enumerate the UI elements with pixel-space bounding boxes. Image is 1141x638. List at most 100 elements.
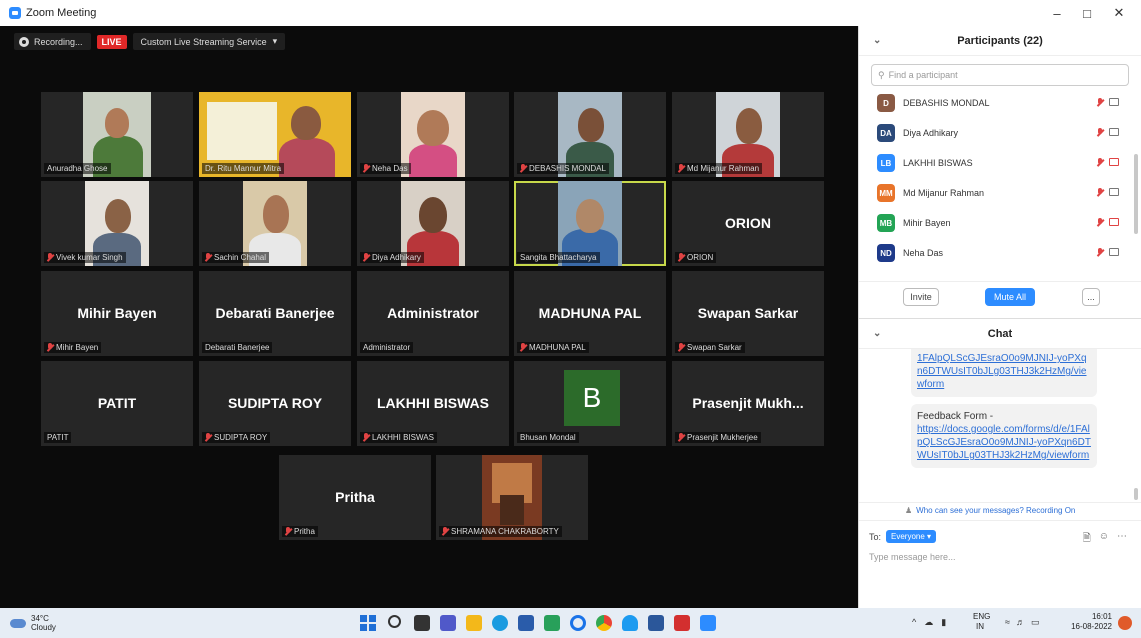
participant-avatar: MB bbox=[877, 214, 895, 232]
tile-name-label: Bhusan Mondal bbox=[517, 432, 579, 443]
notification-icon[interactable] bbox=[1118, 616, 1132, 630]
participant-search-input[interactable]: ⚲ Find a participant bbox=[871, 64, 1129, 86]
edge-icon[interactable] bbox=[492, 615, 508, 631]
video-tile[interactable]: Debarati Banerjee Debarati Banerjee bbox=[199, 271, 351, 356]
video-tile[interactable]: Md Mijanur Rahman bbox=[672, 92, 824, 177]
chat-messages: 1FAlpQLScGJEsraO0o9MJNIJ-yoPXqn6DTWUsIT0… bbox=[859, 349, 1141, 494]
language-indicator[interactable]: ENG IN bbox=[973, 612, 990, 632]
maximize-button[interactable]: □ bbox=[1072, 0, 1102, 26]
teams-chat-icon[interactable] bbox=[440, 615, 456, 631]
stream-service-label: Custom Live Streaming Service bbox=[140, 36, 267, 47]
close-button[interactable]: ✕ bbox=[1104, 0, 1134, 26]
participants-scrollbar[interactable] bbox=[1134, 154, 1138, 234]
file-explorer-icon[interactable] bbox=[466, 615, 482, 631]
chat-link[interactable]: https://docs.google.com/forms/d/e/1FAlpQ… bbox=[917, 424, 1091, 461]
chat-link[interactable]: 1FAlpQLScGJEsraO0o9MJNIJ-yoPXqn6DTWUsIT0… bbox=[917, 353, 1087, 390]
video-tile[interactable]: PATIT PATIT bbox=[41, 361, 193, 446]
window-title: Zoom Meeting bbox=[26, 7, 97, 19]
chat-scrollbar[interactable] bbox=[1134, 488, 1138, 500]
participant-row[interactable]: ND Neha Das bbox=[859, 238, 1141, 268]
muted-mic-icon bbox=[678, 433, 684, 442]
camera-off-icon bbox=[1109, 158, 1119, 166]
muted-mic-icon bbox=[1097, 98, 1103, 107]
video-tile[interactable]: Swapan Sarkar Swapan Sarkar bbox=[672, 271, 824, 356]
file-icon[interactable]: 🗎 bbox=[1083, 531, 1091, 548]
app-icon[interactable] bbox=[544, 615, 560, 631]
cortana-icon[interactable] bbox=[570, 615, 586, 631]
video-tile[interactable]: DEBASHIS MONDAL bbox=[514, 92, 666, 177]
start-icon[interactable] bbox=[360, 615, 376, 631]
video-tile[interactable]: Dr. Ritu Mannur Mitra bbox=[199, 92, 351, 177]
stream-service-dropdown[interactable]: Custom Live Streaming Service ▾ bbox=[132, 33, 286, 50]
tile-name-label: DEBASHIS MONDAL bbox=[517, 163, 609, 174]
participant-row[interactable]: MB Mihir Bayen bbox=[859, 208, 1141, 238]
cloud-icon[interactable]: ☁ bbox=[924, 617, 933, 628]
video-tile[interactable]: ORION ORION bbox=[672, 181, 824, 266]
video-tile[interactable]: Prasenjit Mukh... Prasenjit Mukherjee bbox=[672, 361, 824, 446]
video-tile[interactable]: Sachin Chahal bbox=[199, 181, 351, 266]
more-icon[interactable]: ⋯ bbox=[1117, 531, 1127, 548]
battery-status-icon[interactable]: ▭ bbox=[1031, 617, 1040, 628]
tile-display-name: ORION bbox=[725, 215, 771, 231]
video-tile[interactable]: Administrator Administrator bbox=[357, 271, 509, 356]
chat-recipient-row: To: Everyone ▾ bbox=[869, 530, 937, 543]
wifi-icon[interactable]: ≈ bbox=[1005, 617, 1010, 628]
participant-row[interactable]: DA Diya Adhikary bbox=[859, 118, 1141, 148]
zoom-taskbar-icon[interactable] bbox=[700, 615, 716, 631]
emoji-icon[interactable]: ☺ bbox=[1099, 531, 1109, 548]
chat-title: Chat bbox=[987, 327, 1013, 340]
store-icon[interactable] bbox=[518, 615, 534, 631]
chevron-up-icon[interactable]: ^ bbox=[912, 617, 916, 628]
chat-message: 1FAlpQLScGJEsraO0o9MJNIJ-yoPXqn6DTWUsIT0… bbox=[911, 349, 1097, 397]
video-tile[interactable]: LAKHHI BISWAS LAKHHI BISWAS bbox=[357, 361, 509, 446]
video-tile-active-speaker[interactable]: Sangita Bhattacharya bbox=[514, 181, 666, 266]
mute-all-button[interactable]: Mute All bbox=[985, 288, 1035, 306]
video-tile[interactable]: B Bhusan Mondal bbox=[514, 361, 666, 446]
video-tile[interactable]: Neha Das bbox=[357, 92, 509, 177]
video-tile[interactable]: Pritha Pritha bbox=[279, 455, 431, 540]
recording-indicator[interactable]: Recording... bbox=[14, 33, 91, 50]
video-tile[interactable]: Vivek kumar Singh bbox=[41, 181, 193, 266]
tile-display-name: Prasenjit Mukh... bbox=[692, 395, 804, 411]
muted-mic-icon bbox=[47, 253, 53, 262]
participants-header: ⌄ Participants (22) bbox=[859, 26, 1141, 56]
weather-temp: 34°C bbox=[31, 614, 49, 623]
word-icon[interactable] bbox=[648, 615, 664, 631]
collapse-chevron-icon[interactable]: ⌄ bbox=[873, 328, 881, 339]
bird-app-icon[interactable] bbox=[622, 615, 638, 631]
recording-notice[interactable]: ♟ Who can see your messages? Recording O… bbox=[905, 506, 1075, 515]
participant-row[interactable]: LB LAKHHI BISWAS bbox=[859, 148, 1141, 178]
minimize-button[interactable]: – bbox=[1042, 0, 1072, 26]
muted-mic-icon bbox=[1097, 188, 1103, 197]
collapse-chevron-icon[interactable]: ⌄ bbox=[873, 35, 881, 46]
tile-name-label: MADHUNA PAL bbox=[517, 342, 589, 353]
chat-message-text: Feedback Form - bbox=[917, 411, 994, 422]
video-tile[interactable]: Anuradha Ghose bbox=[41, 92, 193, 177]
muted-mic-icon bbox=[1097, 248, 1103, 257]
more-options-button[interactable]: ... bbox=[1082, 288, 1100, 306]
video-tile[interactable]: SUDIPTA ROY SUDIPTA ROY bbox=[199, 361, 351, 446]
participants-title: Participants (22) bbox=[957, 34, 1043, 47]
weather-widget[interactable]: 34°C Cloudy bbox=[10, 614, 56, 632]
chat-message-input[interactable]: Type message here... bbox=[869, 552, 1131, 592]
chrome-icon[interactable] bbox=[596, 615, 612, 631]
task-view-icon[interactable] bbox=[414, 615, 430, 631]
zoom-logo-icon bbox=[9, 7, 21, 19]
tile-name-label: Swapan Sarkar bbox=[675, 342, 745, 353]
video-tile[interactable]: Diya Adhikary bbox=[357, 181, 509, 266]
tile-name-label: Administrator bbox=[360, 342, 414, 353]
tray-icons: ^ ☁ ▮ bbox=[912, 617, 946, 628]
participant-row[interactable]: D DEBASHIS MONDAL bbox=[859, 88, 1141, 118]
invite-button[interactable]: Invite bbox=[903, 288, 939, 306]
clock[interactable]: 16:01 16-08-2022 bbox=[1062, 612, 1112, 632]
video-tile[interactable]: MADHUNA PAL MADHUNA PAL bbox=[514, 271, 666, 356]
volume-icon[interactable]: ♬ bbox=[1016, 617, 1025, 628]
acrobat-icon[interactable] bbox=[674, 615, 690, 631]
search-icon[interactable] bbox=[388, 615, 401, 628]
participant-row[interactable]: MM Md Mijanur Rahman bbox=[859, 178, 1141, 208]
video-tile[interactable]: Mihir Bayen Mihir Bayen bbox=[41, 271, 193, 356]
meeting-status-bar: Recording... LIVE Custom Live Streaming … bbox=[14, 33, 286, 50]
battery-icon[interactable]: ▮ bbox=[941, 617, 946, 628]
recipient-dropdown[interactable]: Everyone ▾ bbox=[886, 530, 937, 543]
video-tile[interactable]: SHRAMANA CHAKRABORTY bbox=[436, 455, 588, 540]
